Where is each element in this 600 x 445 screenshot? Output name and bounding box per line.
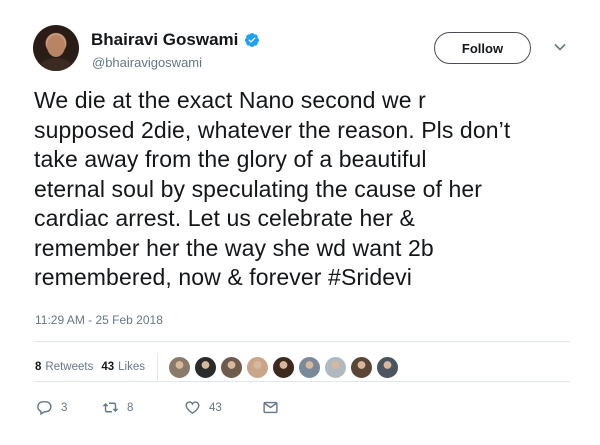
avatar-face bbox=[47, 35, 65, 57]
liker-avatar[interactable] bbox=[168, 355, 191, 379]
stats-separator bbox=[157, 354, 158, 380]
liker-avatars bbox=[168, 355, 399, 379]
reply-action[interactable]: 3 bbox=[36, 399, 102, 416]
retweet-icon bbox=[102, 402, 119, 413]
engagement-stats: 8 Retweets 43 Likes bbox=[35, 354, 399, 380]
liker-avatar[interactable] bbox=[220, 355, 243, 379]
retweets-stat[interactable]: 8 Retweets bbox=[35, 361, 93, 373]
liker-avatar[interactable] bbox=[298, 355, 321, 379]
reply-icon bbox=[37, 401, 52, 416]
likes-label: Likes bbox=[118, 361, 145, 373]
like-action[interactable]: 43 bbox=[184, 399, 262, 416]
likes-count: 43 bbox=[101, 361, 115, 373]
reply-count: 3 bbox=[61, 401, 68, 414]
like-count: 43 bbox=[209, 401, 222, 414]
retweets-label: Retweets bbox=[45, 361, 94, 373]
direct-message-action[interactable] bbox=[262, 399, 279, 416]
retweet-count: 8 bbox=[127, 401, 134, 414]
likes-stat[interactable]: 43 Likes bbox=[101, 361, 145, 373]
heart-icon bbox=[185, 401, 200, 415]
liker-avatar[interactable] bbox=[324, 355, 347, 379]
tweet-actions: 3 8 43 bbox=[36, 399, 279, 416]
tweet-timestamp[interactable]: 11:29 AM - 25 Feb 2018 bbox=[35, 313, 163, 327]
envelope-icon bbox=[263, 401, 278, 414]
author-name[interactable]: Bhairavi Goswami bbox=[91, 30, 238, 50]
verified-badge-icon bbox=[245, 33, 260, 47]
retweet-action[interactable]: 8 bbox=[102, 399, 184, 416]
liker-avatar[interactable] bbox=[246, 355, 269, 379]
divider-bottom bbox=[34, 381, 570, 382]
liker-avatar[interactable] bbox=[194, 355, 217, 379]
author-name-row[interactable]: Bhairavi Goswami bbox=[91, 30, 260, 50]
author-avatar[interactable] bbox=[33, 25, 79, 71]
avatar-shoulder bbox=[39, 58, 73, 71]
liker-avatar[interactable] bbox=[376, 355, 399, 379]
author-handle[interactable]: @bhairavigoswami bbox=[92, 55, 202, 70]
chevron-down-icon[interactable] bbox=[553, 40, 567, 54]
liker-avatar[interactable] bbox=[272, 355, 295, 379]
tweet-text: We die at the exact Nano second we r sup… bbox=[34, 87, 511, 290]
retweets-count: 8 bbox=[35, 361, 42, 373]
follow-button[interactable]: Follow bbox=[434, 32, 531, 64]
liker-avatar[interactable] bbox=[350, 355, 373, 379]
divider-top bbox=[34, 341, 570, 342]
